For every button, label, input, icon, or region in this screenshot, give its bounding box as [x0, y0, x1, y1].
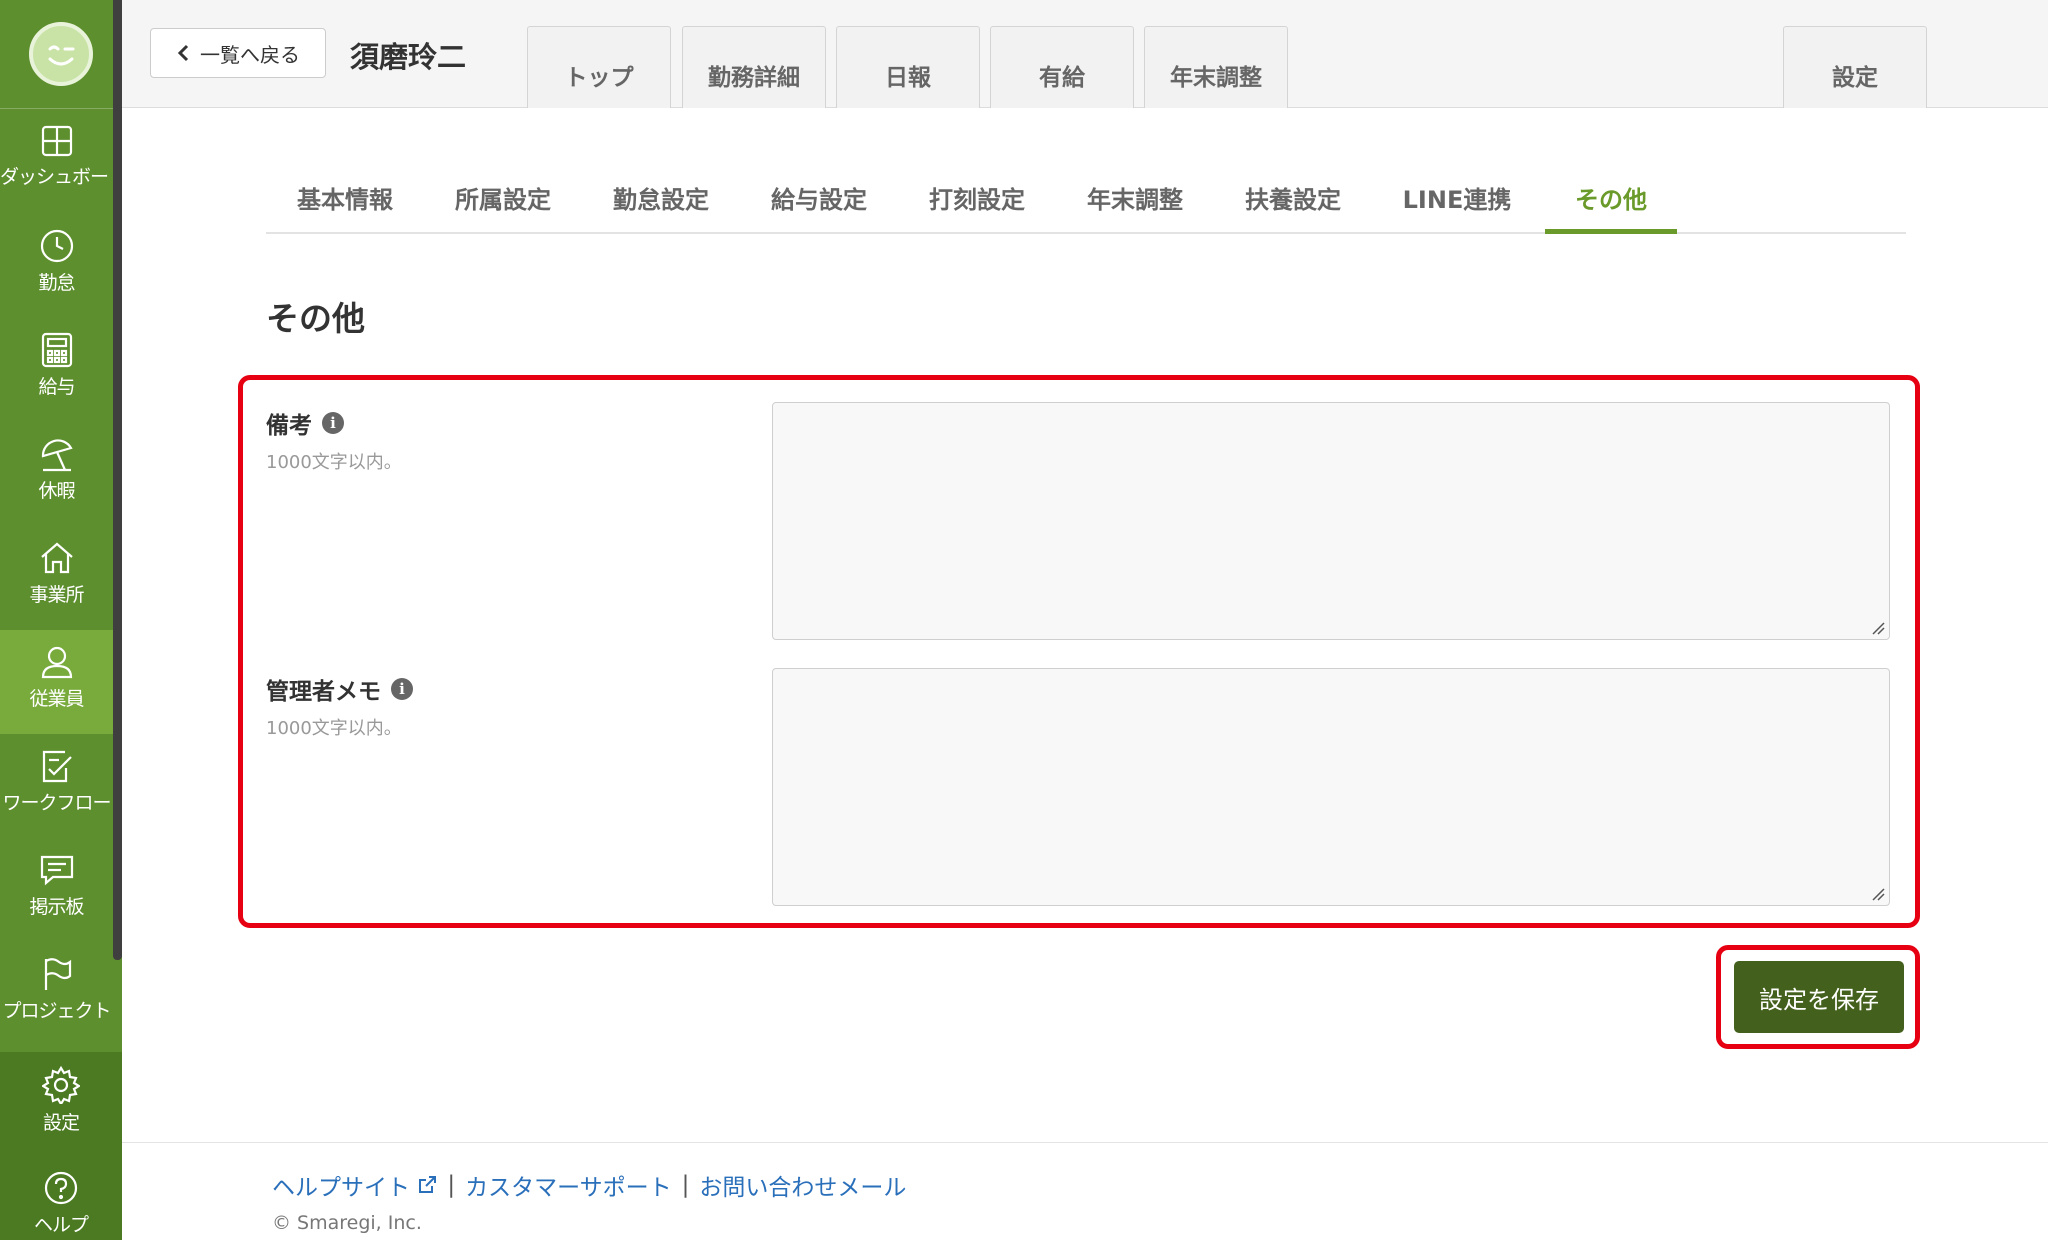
message-icon — [40, 855, 73, 886]
tab-daily-report[interactable]: 日報 — [836, 26, 980, 108]
sidebar-item-payroll[interactable]: 給与 — [0, 318, 113, 422]
footer-divider — [122, 1142, 2048, 1143]
sidebar: ダッシュボード 勤怠 給与 休暇 事業所 従業員 ワークフロー 掲示板 プロジェ… — [0, 0, 127, 1240]
section-title: その他 — [266, 299, 365, 338]
settings-subtabs: 基本情報 所属設定 勤怠設定 給与設定 打刻設定 年末調整 扶養設定 LINE連… — [266, 168, 1906, 234]
back-to-list-button[interactable]: 一覧へ戻る — [150, 28, 326, 78]
sidebar-item-label: ダッシュボード — [0, 166, 127, 188]
remarks-hint: 1000文字以内。 — [266, 452, 402, 473]
employee-header: 一覧へ戻る 須磨玲二 トップ 勤務詳細 日報 有給 年末調整 設定 — [122, 0, 2048, 108]
subtab-punch[interactable]: 打刻設定 — [898, 168, 1056, 234]
sidebar-bottom: 設定 ヘルプ — [0, 1052, 122, 1240]
resize-grip-icon[interactable] — [1871, 887, 1885, 901]
sidebar-item-office[interactable]: 事業所 — [0, 526, 113, 630]
chevron-left-icon — [177, 44, 189, 62]
sidebar-item-dashboard[interactable]: ダッシュボード — [0, 110, 127, 214]
sidebar-item-label: ヘルプ — [33, 1214, 89, 1236]
customer-support-link[interactable]: カスタマーサポート — [465, 1168, 672, 1202]
subtab-attendance[interactable]: 勤怠設定 — [582, 168, 740, 234]
resize-grip-icon[interactable] — [1871, 621, 1885, 635]
sidebar-scrollbar[interactable] — [113, 0, 122, 960]
subtab-line[interactable]: LINE連携 — [1372, 168, 1542, 234]
subtab-payroll[interactable]: 給与設定 — [740, 168, 898, 234]
sidebar-item-attendance[interactable]: 勤怠 — [0, 214, 113, 318]
smaregi-logo[interactable] — [29, 22, 93, 86]
sidebar-item-employees[interactable]: 従業員 — [0, 630, 113, 734]
sidebar-item-workflow[interactable]: ワークフロー — [0, 734, 113, 838]
home-icon — [40, 542, 73, 574]
footer-separator: | — [447, 1172, 456, 1198]
sidebar-item-label: 設定 — [42, 1112, 80, 1134]
help-site-link-label: ヘルプサイト — [272, 1175, 410, 1201]
sidebar-divider — [0, 108, 113, 109]
beach-umbrella-icon — [41, 439, 73, 472]
sidebar-item-settings[interactable]: 設定 — [0, 1052, 122, 1156]
copyright: © Smaregi, Inc. — [272, 1212, 422, 1234]
remarks-textarea[interactable] — [772, 402, 1890, 640]
contact-email-link[interactable]: お問い合わせメール — [699, 1168, 906, 1202]
subtab-basic-info[interactable]: 基本情報 — [266, 168, 424, 234]
back-button-label: 一覧へ戻る — [200, 44, 300, 67]
gear-icon — [42, 1066, 80, 1104]
external-link-icon — [419, 1176, 437, 1193]
sidebar-item-label: ワークフロー — [2, 792, 111, 814]
footer-separator: | — [681, 1172, 690, 1198]
subtab-other[interactable]: その他 — [1545, 168, 1677, 234]
info-icon[interactable]: i — [322, 412, 344, 434]
admin-memo-textarea[interactable] — [772, 668, 1890, 906]
footer-links: ヘルプサイト | カスタマーサポート | お問い合わせメール — [272, 1168, 906, 1202]
admin-memo-label: 管理者メモ i — [266, 672, 413, 706]
sidebar-item-project[interactable]: プロジェクト — [0, 942, 113, 1046]
info-icon[interactable]: i — [391, 678, 413, 700]
dashboard-icon — [41, 125, 72, 157]
checklist-icon — [42, 750, 72, 783]
sidebar-item-help[interactable]: ヘルプ — [0, 1156, 122, 1260]
sidebar-item-leave[interactable]: 休暇 — [0, 422, 113, 526]
sidebar-item-label: 掲示板 — [29, 896, 84, 918]
flag-icon — [44, 958, 71, 990]
sidebar-item-label: 休暇 — [38, 480, 75, 502]
sidebar-item-label: 事業所 — [29, 584, 84, 606]
remarks-label-text: 備考 — [266, 413, 312, 439]
tab-work-details[interactable]: 勤務詳細 — [682, 26, 826, 108]
help-site-link[interactable]: ヘルプサイト — [272, 1168, 437, 1202]
admin-memo-hint: 1000文字以内。 — [266, 718, 402, 739]
subtab-dependents[interactable]: 扶養設定 — [1214, 168, 1372, 234]
remarks-label: 備考 i — [266, 406, 344, 440]
sidebar-item-board[interactable]: 掲示板 — [0, 838, 113, 942]
clock-icon — [40, 229, 73, 263]
tab-paid-leave[interactable]: 有給 — [990, 26, 1134, 108]
tab-year-end-adjustment[interactable]: 年末調整 — [1144, 26, 1288, 108]
admin-memo-label-text: 管理者メモ — [266, 679, 381, 705]
sidebar-item-label: 給与 — [38, 376, 75, 398]
subtab-affiliation[interactable]: 所属設定 — [424, 168, 582, 234]
help-icon — [44, 1171, 78, 1205]
tab-settings[interactable]: 設定 — [1783, 26, 1927, 108]
save-settings-button[interactable]: 設定を保存 — [1734, 961, 1904, 1033]
sidebar-item-label: 従業員 — [29, 688, 84, 710]
sidebar-item-label: 勤怠 — [38, 272, 75, 294]
user-icon — [41, 646, 72, 679]
tab-top[interactable]: トップ — [527, 26, 671, 108]
calculator-icon — [41, 332, 72, 368]
sidebar-item-label: プロジェクト — [2, 1000, 111, 1022]
employee-name: 須磨玲二 — [350, 40, 467, 74]
subtab-year-end[interactable]: 年末調整 — [1056, 168, 1214, 234]
